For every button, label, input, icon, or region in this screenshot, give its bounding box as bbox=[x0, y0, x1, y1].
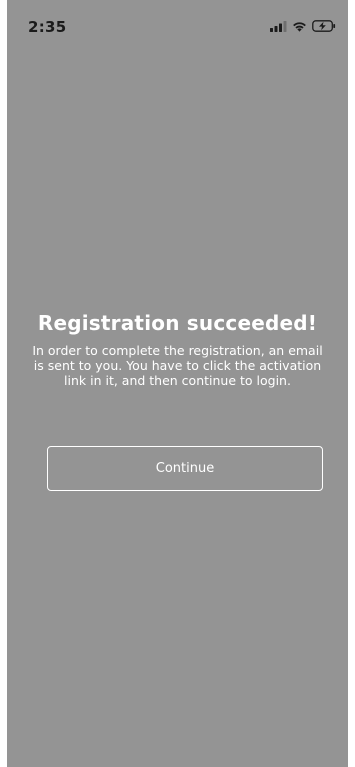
status-icons bbox=[270, 20, 336, 32]
status-time: 2:35 bbox=[28, 18, 67, 36]
continue-button[interactable]: Continue bbox=[47, 446, 323, 491]
success-message-block: Registration succeeded! In order to comp… bbox=[7, 310, 348, 388]
success-title: Registration succeeded! bbox=[37, 311, 318, 335]
status-bar: 2:35 bbox=[7, 0, 348, 40]
success-message: In order to complete the registration, a… bbox=[32, 343, 323, 388]
battery-charging-icon bbox=[312, 20, 336, 32]
signal-icon bbox=[270, 20, 287, 32]
registration-success-screen: 2:35 Registration succeeded! In order to… bbox=[7, 0, 348, 767]
wifi-icon bbox=[292, 21, 307, 32]
